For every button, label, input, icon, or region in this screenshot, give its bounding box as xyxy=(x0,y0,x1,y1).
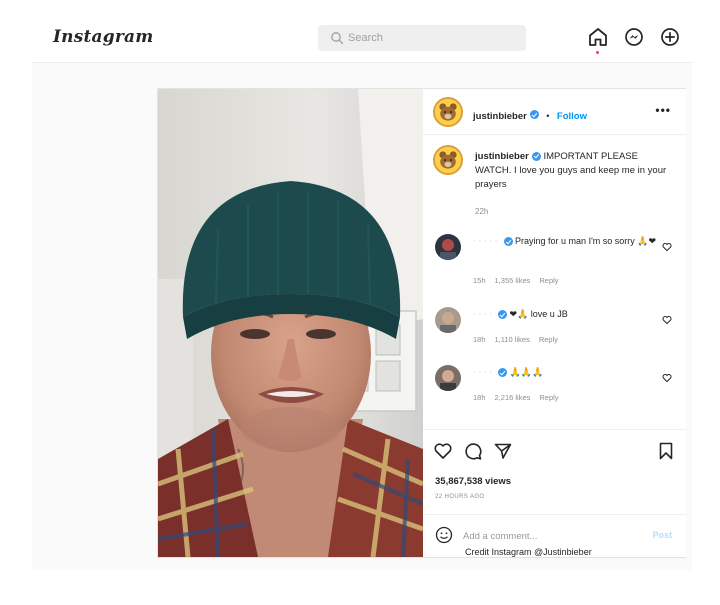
caption-text: justinbieber IMPORTANT PLEASE WATCH. I l… xyxy=(475,150,675,192)
comment-reply-button[interactable]: Reply xyxy=(539,335,558,344)
add-comment-input[interactable] xyxy=(463,528,623,544)
comment-meta: 15h 1,355 likes Reply xyxy=(473,276,568,285)
home-icon[interactable] xyxy=(587,26,609,48)
bear-icon xyxy=(435,99,461,125)
avatar-image xyxy=(435,234,461,260)
post-video-frame xyxy=(158,89,423,557)
credit-text: Credit Instagram @Justinbieber xyxy=(465,547,592,557)
comment-likes[interactable]: 1,355 likes xyxy=(495,276,531,285)
heart-icon[interactable] xyxy=(662,315,672,325)
home-active-dot xyxy=(596,51,599,54)
search-box[interactable] xyxy=(318,25,526,51)
comment-item: · · · · · Praying for u man I'm so sorry… xyxy=(423,234,686,294)
comment-meta: 18h 2,216 likes Reply xyxy=(473,393,568,402)
heart-icon[interactable] xyxy=(662,373,672,383)
comment-item: · · · · 🙏🙏🙏 18h 2,216 likes Reply xyxy=(423,365,686,425)
view-count[interactable]: 35,867,538 views xyxy=(435,476,511,487)
follow-button[interactable]: Follow xyxy=(557,111,587,122)
comment-time[interactable]: 18h xyxy=(473,335,486,344)
verified-badge-icon xyxy=(498,310,508,320)
comment-likes[interactable]: 1,110 likes xyxy=(495,335,530,344)
caption-username[interactable]: justinbieber xyxy=(475,151,529,162)
post-header: justinbieber • Follow ••• xyxy=(423,89,686,135)
instagram-logo[interactable]: Instagram xyxy=(53,27,153,47)
author-username[interactable]: justinbieber xyxy=(473,111,527,122)
comment-username[interactable]: · · · · xyxy=(473,309,493,319)
commenter-avatar[interactable] xyxy=(435,307,461,333)
post-header-line: justinbieber • Follow xyxy=(473,106,587,124)
comment-reply-button[interactable]: Reply xyxy=(539,276,558,285)
post-comment-button[interactable]: Post xyxy=(652,530,672,540)
comment-text: ❤🙏 love u JB xyxy=(509,309,568,319)
avatar-image xyxy=(435,365,461,391)
caption-avatar[interactable] xyxy=(433,145,463,175)
verified-badge-icon xyxy=(503,237,513,247)
emoji-icon[interactable] xyxy=(435,526,453,544)
commenter-avatar[interactable] xyxy=(435,234,461,260)
comment-body: · · · · 🙏🙏🙏 xyxy=(473,365,658,379)
author-avatar[interactable] xyxy=(433,97,463,127)
avatar-image xyxy=(435,307,461,333)
post-age[interactable]: 22 HOURS AGO xyxy=(435,494,484,500)
comment-username[interactable]: · · · · · xyxy=(473,236,498,246)
like-heart-icon[interactable] xyxy=(433,441,453,461)
post-video[interactable] xyxy=(158,89,423,557)
comment-reply-button[interactable]: Reply xyxy=(539,393,558,402)
post-details-panel: justinbieber • Follow ••• justinbieber I… xyxy=(423,89,686,557)
search-icon xyxy=(331,32,344,45)
comment-time[interactable]: 18h xyxy=(473,393,486,402)
comment-meta: 18h 1,110 likes Reply xyxy=(473,335,567,344)
verified-badge-icon xyxy=(498,368,508,378)
more-options-icon[interactable]: ••• xyxy=(655,103,671,117)
caption-timestamp[interactable]: 22h xyxy=(475,207,488,216)
bear-icon xyxy=(435,147,461,173)
commenter-avatar[interactable] xyxy=(435,365,461,391)
comment-item: · · · · ❤🙏 love u JB 18h 1,110 likes Reply xyxy=(423,307,686,367)
messenger-icon[interactable] xyxy=(623,26,645,48)
verified-badge-icon xyxy=(529,110,539,120)
top-navigation: Instagram xyxy=(0,0,720,62)
comment-username[interactable]: · · · · xyxy=(473,367,493,377)
comment-time[interactable]: 15h xyxy=(473,276,486,285)
comment-text: Praying for u man I'm so sorry 🙏❤ xyxy=(515,236,657,246)
verified-badge-icon xyxy=(531,151,541,161)
comment-text: 🙏🙏🙏 xyxy=(509,367,544,377)
instagram-page: Instagram Search justinbieber • Follow •… xyxy=(0,0,720,605)
post-card: justinbieber • Follow ••• justinbieber I… xyxy=(157,88,686,558)
new-post-icon[interactable] xyxy=(659,26,681,48)
share-send-icon[interactable] xyxy=(493,441,513,461)
comment-likes[interactable]: 2,216 likes xyxy=(495,393,531,402)
post-actions: 35,867,538 views 22 HOURS AGO Post xyxy=(423,429,686,557)
search-input[interactable] xyxy=(348,29,518,47)
comment-bubble-icon[interactable] xyxy=(463,441,483,461)
comment-body: · · · · ❤🙏 love u JB xyxy=(473,307,658,321)
comment-body: · · · · · Praying for u man I'm so sorry… xyxy=(473,234,658,248)
header-separator: • xyxy=(546,111,550,121)
heart-icon[interactable] xyxy=(662,242,672,252)
bookmark-icon[interactable] xyxy=(656,441,676,461)
